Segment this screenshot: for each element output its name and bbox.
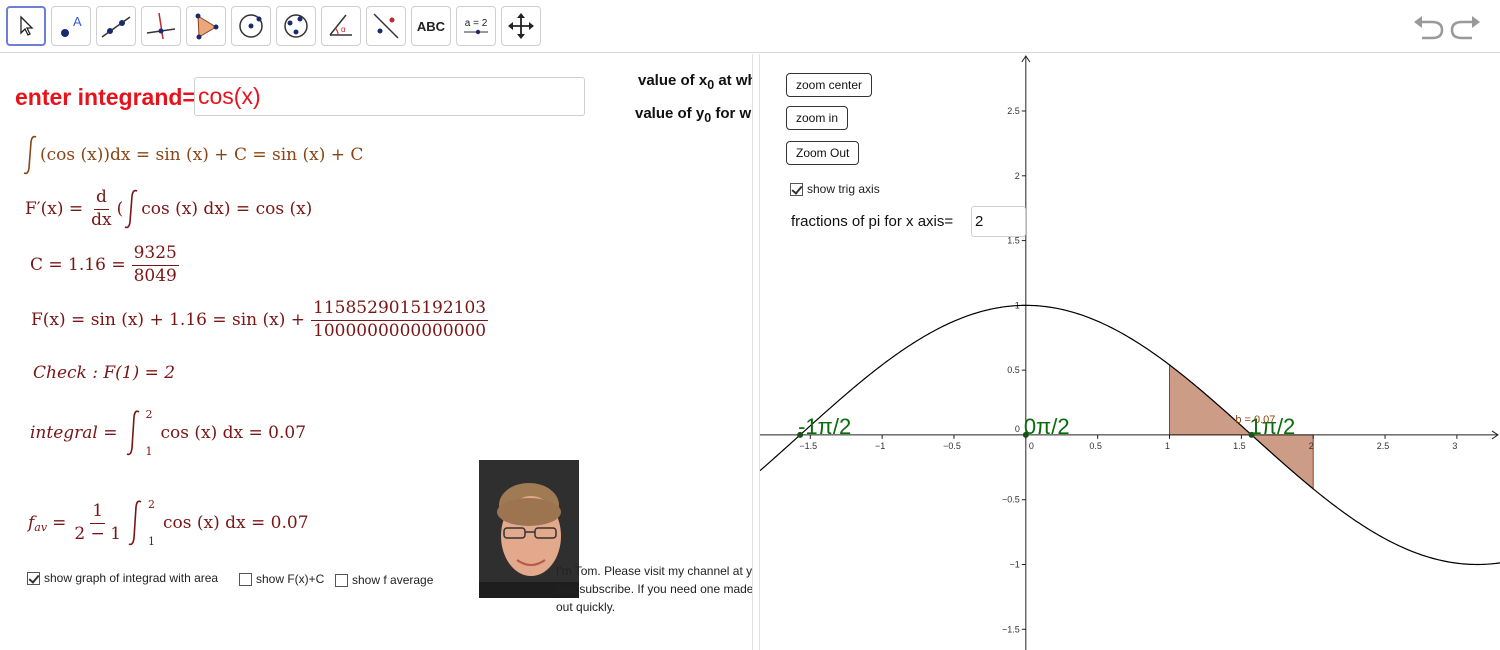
slider-tool-button[interactable]: a = 2 <box>456 6 496 46</box>
point-tool-button[interactable]: A <box>51 6 91 46</box>
antiderivative-formula: (cos (x))dx = sin (x) + C = sin (x) + C <box>22 134 363 176</box>
integral-bounds: 2 1 <box>145 408 153 458</box>
zoom-out-button[interactable]: Zoom Out <box>786 141 860 165</box>
x-tick-label: −1 <box>875 441 885 451</box>
x-tick-label: 1 <box>1165 441 1170 451</box>
x-tick-label: 2.5 <box>1377 441 1390 451</box>
text-tool-button[interactable]: ABC <box>411 6 451 46</box>
y-tick-label: 2.5 <box>1007 106 1020 116</box>
x-tick-label: −0.5 <box>943 441 961 451</box>
move-tool-button[interactable] <box>6 6 46 46</box>
average-fraction: 12 − 1 <box>74 500 122 544</box>
x-tick-label: 1.5 <box>1233 441 1246 451</box>
undo-icon[interactable] <box>1414 16 1444 40</box>
x0-label: value of x0 at wh <box>638 72 752 92</box>
constant-formula: C = 1.16 = 9325 8049 <box>30 243 179 286</box>
y-tick-label: 1.5 <box>1007 236 1020 246</box>
perpendicular-tool-icon <box>146 12 176 40</box>
reflect-tool-button[interactable] <box>366 6 406 46</box>
particular-solution-formula: F(x) = sin (x) + 1.16 = sin (x) + 115852… <box>31 298 489 341</box>
show-antiderivative-checkbox[interactable]: show F(x)+C <box>239 572 324 586</box>
y-tick-label: −0.5 <box>1002 495 1020 505</box>
checkbox-icon[interactable] <box>239 572 252 586</box>
x-tick-label: −1.5 <box>799 441 817 451</box>
line-tool-button[interactable] <box>96 6 136 46</box>
show-average-checkbox[interactable]: show f average <box>335 573 433 587</box>
y-tick-label: 0.5 <box>1007 365 1020 375</box>
checkbox-icon[interactable] <box>335 573 348 587</box>
trig-axis-label: 0π/2 <box>1024 414 1070 439</box>
checkbox-icon[interactable] <box>27 571 40 585</box>
angle-tool-icon: α <box>329 14 352 36</box>
y-tick-label: 2 <box>1015 171 1020 181</box>
integrand-input[interactable] <box>194 77 585 116</box>
y-tick-label: −1.5 <box>1002 624 1020 634</box>
redo-icon[interactable] <box>1450 16 1480 40</box>
graphics-view-2: −1.5 −1 −0.5 0 0.5 1 1.5 2 2.5 3 −1.5 −1 −0.5 0.5 1 1.5… <box>760 54 1500 650</box>
svg-text:A: A <box>73 14 82 29</box>
x-tick-label: 3 <box>1452 441 1457 451</box>
b-value-label: b = 0.07 <box>1235 414 1275 426</box>
toolbar: A α ABC a = 2 <box>0 0 1500 53</box>
reflect-tool-icon <box>373 13 399 39</box>
ellipse-tool-icon <box>284 14 308 38</box>
point-tool-icon: A <box>61 14 82 37</box>
integrand-label: enter integrand= <box>15 84 196 110</box>
pane-divider[interactable] <box>752 54 760 650</box>
move-tool-icon <box>20 15 34 36</box>
line-tool-icon <box>101 16 131 38</box>
fractions-of-pi-input[interactable] <box>971 206 1026 237</box>
y-tick-label: −1 <box>1010 559 1020 569</box>
ellipse-tool-button[interactable] <box>276 6 316 46</box>
y0-label: value of y0 for wh <box>635 105 752 125</box>
fractions-of-pi-label: fractions of pi for x axis= <box>791 213 954 230</box>
x-tick-label: 0.5 <box>1089 441 1102 451</box>
x-tick-label: 0 <box>1029 441 1034 451</box>
x-tick-label: 2 <box>1309 441 1314 451</box>
particular-fraction: 1158529015192103 1000000000000000 <box>311 298 489 341</box>
zoom-center-button[interactable]: zoom center <box>786 73 873 97</box>
integral-sign-icon <box>23 135 37 175</box>
angle-tool-button[interactable]: α <box>321 6 361 46</box>
average-value-formula: f av = 12 − 1 2 1 cos (x) dx = 0.07 <box>28 498 309 548</box>
zoom-in-button[interactable]: zoom in <box>786 106 849 130</box>
move-view-tool-icon <box>508 13 534 39</box>
origin-label: 0 <box>1015 424 1020 434</box>
trig-axis-label: -1π/2 <box>798 414 851 439</box>
integral-sign-icon <box>126 410 139 456</box>
integral-sign-icon <box>124 189 138 229</box>
circle-tool-icon <box>239 14 263 38</box>
text-tool-icon: ABC <box>416 18 446 34</box>
derivative-check-formula: F′(x) = d dx ( cos (x) dx) = cos (x) <box>25 187 313 230</box>
perpendicular-tool-button[interactable] <box>141 6 181 46</box>
d-dx-fraction: d dx <box>91 187 112 230</box>
move-view-tool-button[interactable] <box>501 6 541 46</box>
constant-fraction: 9325 8049 <box>131 243 179 286</box>
definite-integral-formula: integral = 2 1 cos (x) dx = 0.07 <box>30 408 307 458</box>
integrand-input-field[interactable] <box>195 78 584 115</box>
fractions-of-pi-field[interactable] <box>972 207 1025 236</box>
show-graph-checkbox[interactable]: show graph of integrad with area <box>27 571 218 585</box>
author-bio: I'm Tom. Please visit my channel at y an… <box>556 564 752 614</box>
check-formula: Check : F(1) = 2 <box>33 363 176 383</box>
slider-tool-icon: a = 2 <box>462 18 490 35</box>
show-trig-axis-checkbox[interactable]: show trig axis <box>790 182 880 196</box>
function-graph[interactable]: −1.5 −1 −0.5 0 0.5 1 1.5 2 2.5 3−1.5−1−0.50.511.5… <box>760 54 1500 650</box>
integral-bounds: 2 1 <box>148 498 156 548</box>
svg-text:α: α <box>341 25 346 34</box>
circle-tool-button[interactable] <box>231 6 271 46</box>
undo-redo-group <box>1412 12 1482 42</box>
checkbox-icon[interactable] <box>790 182 803 196</box>
integral-sign-icon <box>128 500 142 546</box>
polygon-tool-button[interactable] <box>186 6 226 46</box>
polygon-tool-icon <box>195 13 219 40</box>
graphics-view-1: enter integrand= value of x0 at wh value… <box>0 54 752 650</box>
